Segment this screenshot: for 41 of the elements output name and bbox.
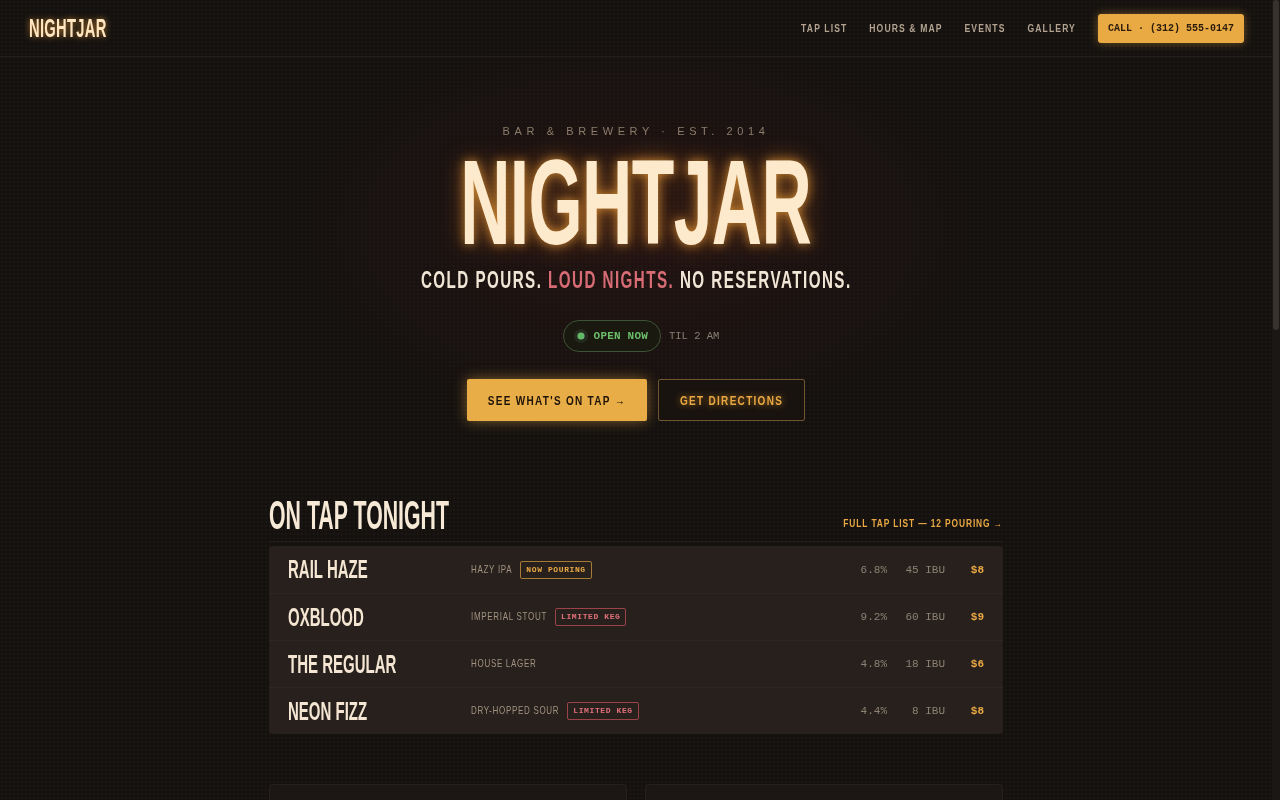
beer-name: OXBLOOD bbox=[288, 604, 364, 630]
abv-text: 6.8% bbox=[859, 563, 887, 576]
beer-tag: LIMITED KEG bbox=[555, 608, 627, 626]
beer-style: IMPERIAL STOUT bbox=[471, 610, 548, 624]
nav-link[interactable]: TAP LIST bbox=[801, 21, 848, 35]
hours-note: TIL 2 AM bbox=[669, 330, 720, 342]
price-text: $8 bbox=[969, 563, 984, 576]
price-text: $8 bbox=[969, 705, 984, 717]
hero-title: NIGHTJAR bbox=[460, 142, 812, 262]
eyebrow-text: BAR & BREWERY · EST. 2014 bbox=[502, 124, 770, 139]
beer-style: DRY-HOPPED SOUR bbox=[471, 704, 560, 718]
ibu-text: 8 IBU bbox=[911, 705, 945, 717]
abv-text: 4.8% bbox=[859, 658, 887, 670]
logo-wordmark[interactable]: NIGHTJAR bbox=[29, 15, 107, 41]
beer-name: NEON FIZZ bbox=[288, 698, 368, 724]
ibu-text: 18 IBU bbox=[904, 658, 945, 670]
status-pill: OPEN NOW bbox=[562, 320, 661, 352]
abv-text: 4.4% bbox=[859, 705, 887, 717]
beer-tag: NOW POURING bbox=[520, 560, 592, 579]
beer-style: HAZY IPA bbox=[471, 563, 513, 576]
full-tap-list-link[interactable]: FULL TAP LIST — 12 POURING → bbox=[843, 516, 1003, 530]
ibu-text: 60 IBU bbox=[904, 611, 945, 623]
beer-name: RAIL HAZE bbox=[288, 557, 368, 582]
scrollbar[interactable] bbox=[1272, 0, 1280, 800]
nav-link[interactable]: GALLERY bbox=[1027, 21, 1076, 35]
nav-link[interactable]: EVENTS bbox=[964, 21, 1006, 35]
price-text: $9 bbox=[969, 611, 984, 623]
section-title: ON TAP TONIGHT bbox=[269, 495, 450, 536]
scrollbar-thumb[interactable] bbox=[1273, 0, 1279, 330]
nav-link[interactable]: HOURS & MAP bbox=[869, 21, 943, 35]
beer-tag: LIMITED KEG bbox=[567, 702, 639, 720]
call-button[interactable]: CALL · (312) 555-0147 bbox=[1097, 13, 1244, 43]
abv-text: 9.2% bbox=[859, 611, 887, 623]
see-taps-button[interactable]: SEE WHAT'S ON TAP → bbox=[466, 379, 647, 421]
tagline: COLD POURS. LOUD NIGHTS. NO RESERVATIONS. bbox=[420, 266, 852, 294]
status-dot-icon bbox=[573, 329, 588, 343]
directions-button[interactable]: GET DIRECTIONS bbox=[658, 379, 806, 421]
beer-name: THE REGULAR bbox=[288, 651, 397, 677]
beer-style: HOUSE LAGER bbox=[471, 657, 537, 671]
ibu-text: 45 IBU bbox=[904, 563, 945, 576]
price-text: $6 bbox=[969, 658, 984, 670]
